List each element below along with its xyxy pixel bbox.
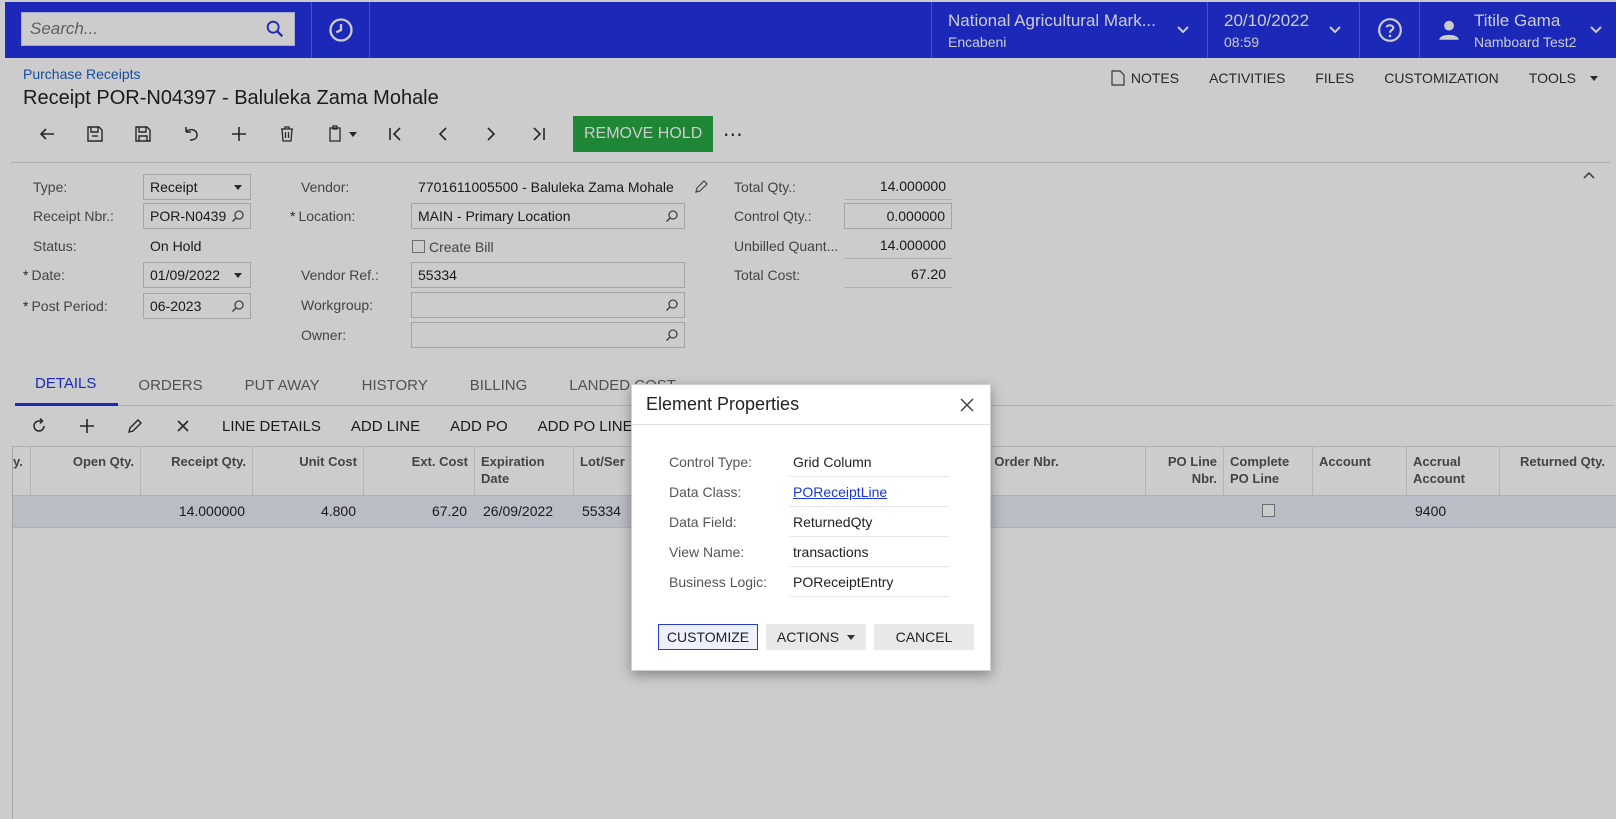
property-value: POReceiptEntry (789, 567, 949, 597)
actions-label: ACTIONS (776, 629, 840, 645)
element-properties-dialog: Element Properties Control Type: Grid Co… (631, 384, 991, 671)
property-value: ReturnedQty (789, 507, 949, 537)
dialog-header: Element Properties (632, 385, 990, 425)
dialog-actions: CUSTOMIZE ACTIONS CANCEL (658, 624, 974, 650)
caret-down-icon (847, 634, 856, 640)
property-label: Control Type: (669, 454, 753, 470)
property-value: transactions (789, 537, 949, 567)
property-label: View Name: (669, 544, 745, 560)
data-class-link[interactable]: POReceiptLine (789, 477, 949, 507)
property-label: Business Logic: (669, 574, 768, 590)
property-row: Data Class: POReceiptLine (669, 477, 990, 507)
dialog-body: Control Type: Grid Column Data Class: PO… (632, 425, 990, 597)
property-label: Data Field: (669, 514, 737, 530)
property-row: View Name: transactions (669, 537, 990, 567)
property-row: Control Type: Grid Column (669, 447, 990, 477)
dialog-title: Element Properties (646, 394, 800, 414)
property-label: Data Class: (669, 484, 742, 500)
close-icon[interactable] (958, 396, 976, 414)
cancel-button[interactable]: CANCEL (874, 624, 974, 650)
customize-button[interactable]: CUSTOMIZE (658, 624, 758, 650)
property-row: Data Field: ReturnedQty (669, 507, 990, 537)
property-value: Grid Column (789, 447, 949, 477)
property-row: Business Logic: POReceiptEntry (669, 567, 990, 597)
actions-button[interactable]: ACTIONS (766, 624, 866, 650)
